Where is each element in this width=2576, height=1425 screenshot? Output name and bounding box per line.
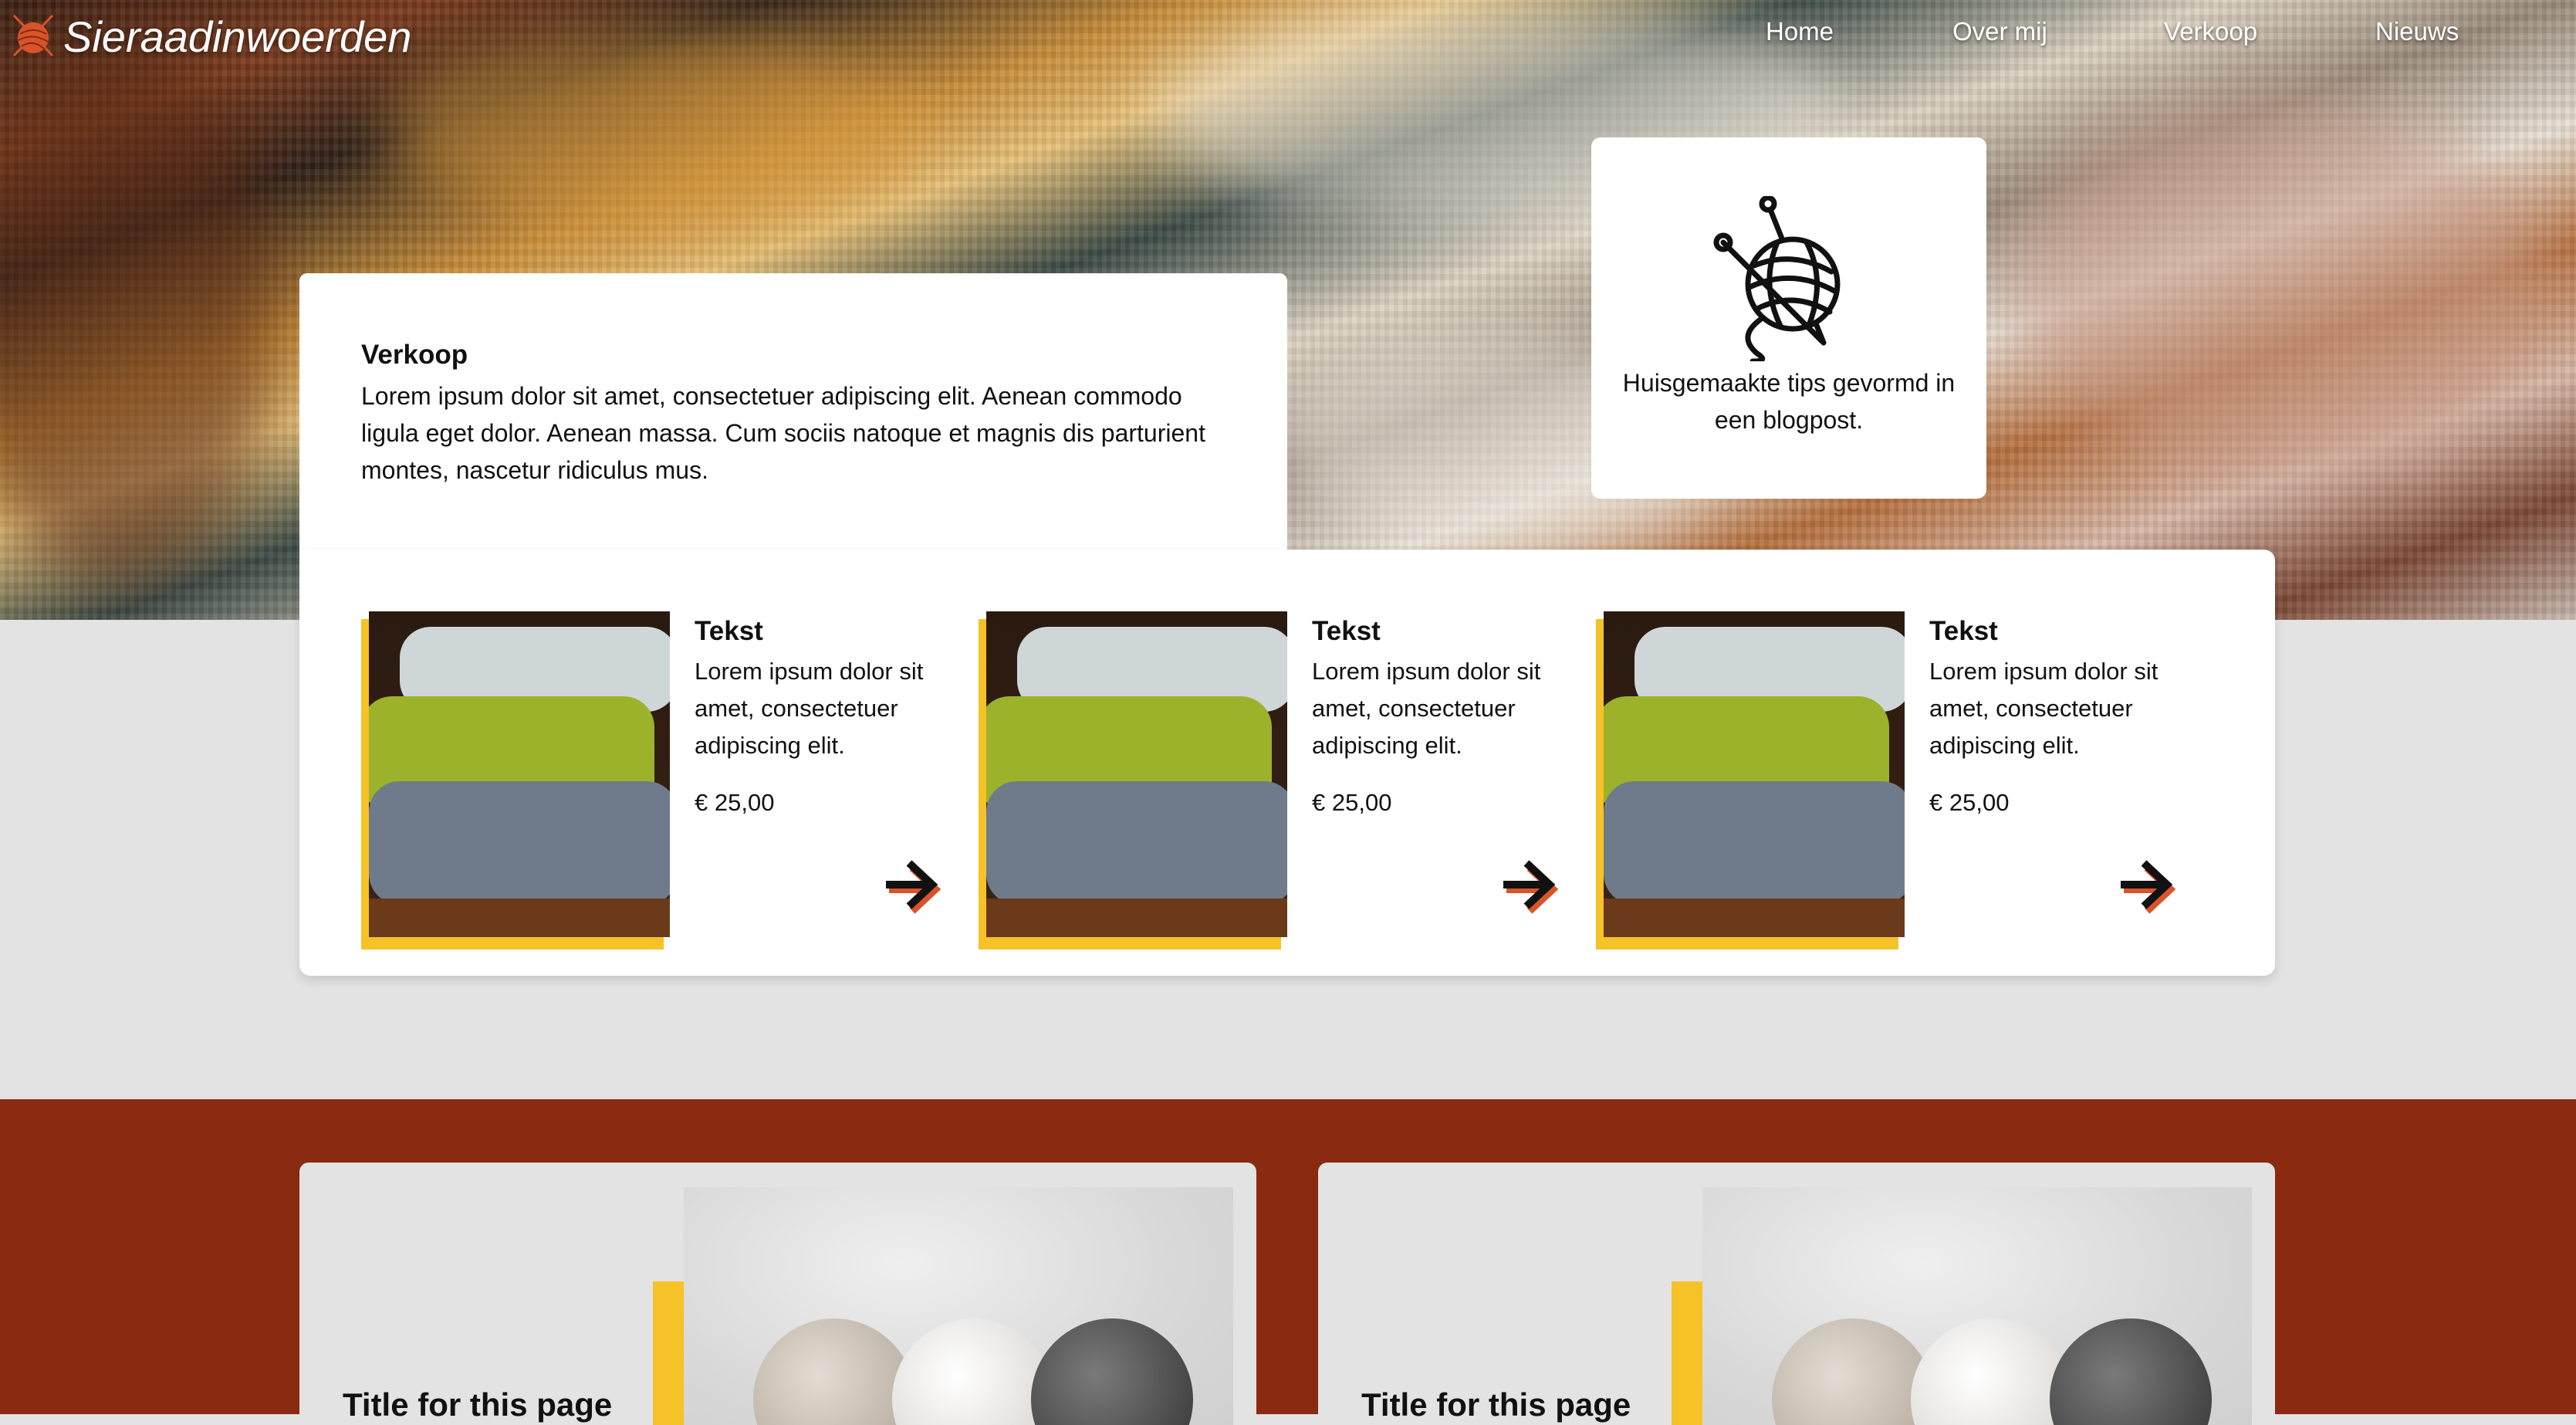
blog-image-accent <box>1672 1281 1704 1425</box>
tip-text: Huisgemaakte tips gevormd in een blogpos… <box>1622 369 1956 434</box>
product-description: Lorem ipsum dolor sit amet, consectetuer… <box>1929 658 2158 759</box>
yarn-ball-needles-icon <box>1713 196 1841 361</box>
product-image[interactable] <box>986 611 1287 937</box>
intro-title: Verkoop <box>361 340 468 370</box>
arrow-right-icon[interactable] <box>883 857 945 916</box>
product-price: € 25,00 <box>695 789 775 816</box>
product-title: Tekst <box>1929 616 1998 646</box>
product-description: Lorem ipsum dolor sit amet, consectetuer… <box>1312 658 1541 759</box>
intro-card: Verkoop Lorem ipsum dolor sit amet, cons… <box>299 273 1287 551</box>
hero-texture <box>2006 93 2547 479</box>
blog-image-accent <box>653 1281 685 1425</box>
tip-card: Huisgemaakte tips gevormd in een blogpos… <box>1591 137 1986 499</box>
nav-verkoop[interactable]: Verkoop <box>2164 17 2257 46</box>
product-title: Tekst <box>1312 616 1381 646</box>
product-image[interactable] <box>1604 611 1905 937</box>
intro-body: Lorem ipsum dolor sit amet, consectetuer… <box>361 382 1205 484</box>
blog-image[interactable] <box>1702 1187 2252 1425</box>
product-description: Lorem ipsum dolor sit amet, consectetuer… <box>695 658 924 759</box>
site-header: Sieraadinwoerden Home Over mij Verkoop N… <box>0 0 2576 69</box>
yarn-ball-dark <box>2050 1318 2212 1425</box>
product-price: € 25,00 <box>1929 789 2010 816</box>
main-nav: Home Over mij Verkoop Nieuws <box>0 17 2576 51</box>
nav-over-mij[interactable]: Over mij <box>1952 17 2047 46</box>
product-card[interactable]: Tekst Lorem ipsum dolor sit amet, consec… <box>361 611 963 951</box>
product-image-shelf <box>1604 899 1905 937</box>
product-image-layer <box>1604 781 1905 905</box>
yarn-ball-white <box>892 1318 1054 1425</box>
arrow-right-icon[interactable] <box>2118 857 2179 916</box>
blog-card[interactable]: Title for this page <box>1318 1163 2275 1425</box>
product-card[interactable]: Tekst Lorem ipsum dolor sit amet, consec… <box>979 611 1580 951</box>
product-image[interactable] <box>369 611 670 937</box>
hero-banner: Sieraadinwoerden Home Over mij Verkoop N… <box>0 0 2576 620</box>
yarn-ball-dark <box>1031 1318 1193 1425</box>
product-image-shelf <box>986 899 1287 937</box>
product-price: € 25,00 <box>1312 789 1392 816</box>
product-image-shelf <box>369 899 670 937</box>
product-list: Tekst Lorem ipsum dolor sit amet, consec… <box>299 550 2275 976</box>
product-image-layer <box>369 781 670 905</box>
arrow-right-icon[interactable] <box>1500 857 1562 916</box>
yarn-ball-white <box>1911 1318 2073 1425</box>
blog-card[interactable]: Title for this page <box>299 1163 1256 1425</box>
blog-card-title[interactable]: Title for this page <box>343 1386 612 1423</box>
blog-section: Title for this page Title for this page <box>0 1099 2576 1425</box>
product-image-layer <box>986 781 1287 905</box>
blog-image[interactable] <box>684 1187 1233 1425</box>
nav-home[interactable]: Home <box>1766 17 1834 46</box>
hero-texture <box>0 46 278 587</box>
product-title: Tekst <box>695 616 763 646</box>
yarn-ball-beige <box>753 1318 915 1425</box>
blog-card-title[interactable]: Title for this page <box>1361 1386 1631 1423</box>
yarn-ball-beige <box>1772 1318 1934 1425</box>
nav-nieuws[interactable]: Nieuws <box>2375 17 2459 46</box>
product-card[interactable]: Tekst Lorem ipsum dolor sit amet, consec… <box>1596 611 2198 951</box>
